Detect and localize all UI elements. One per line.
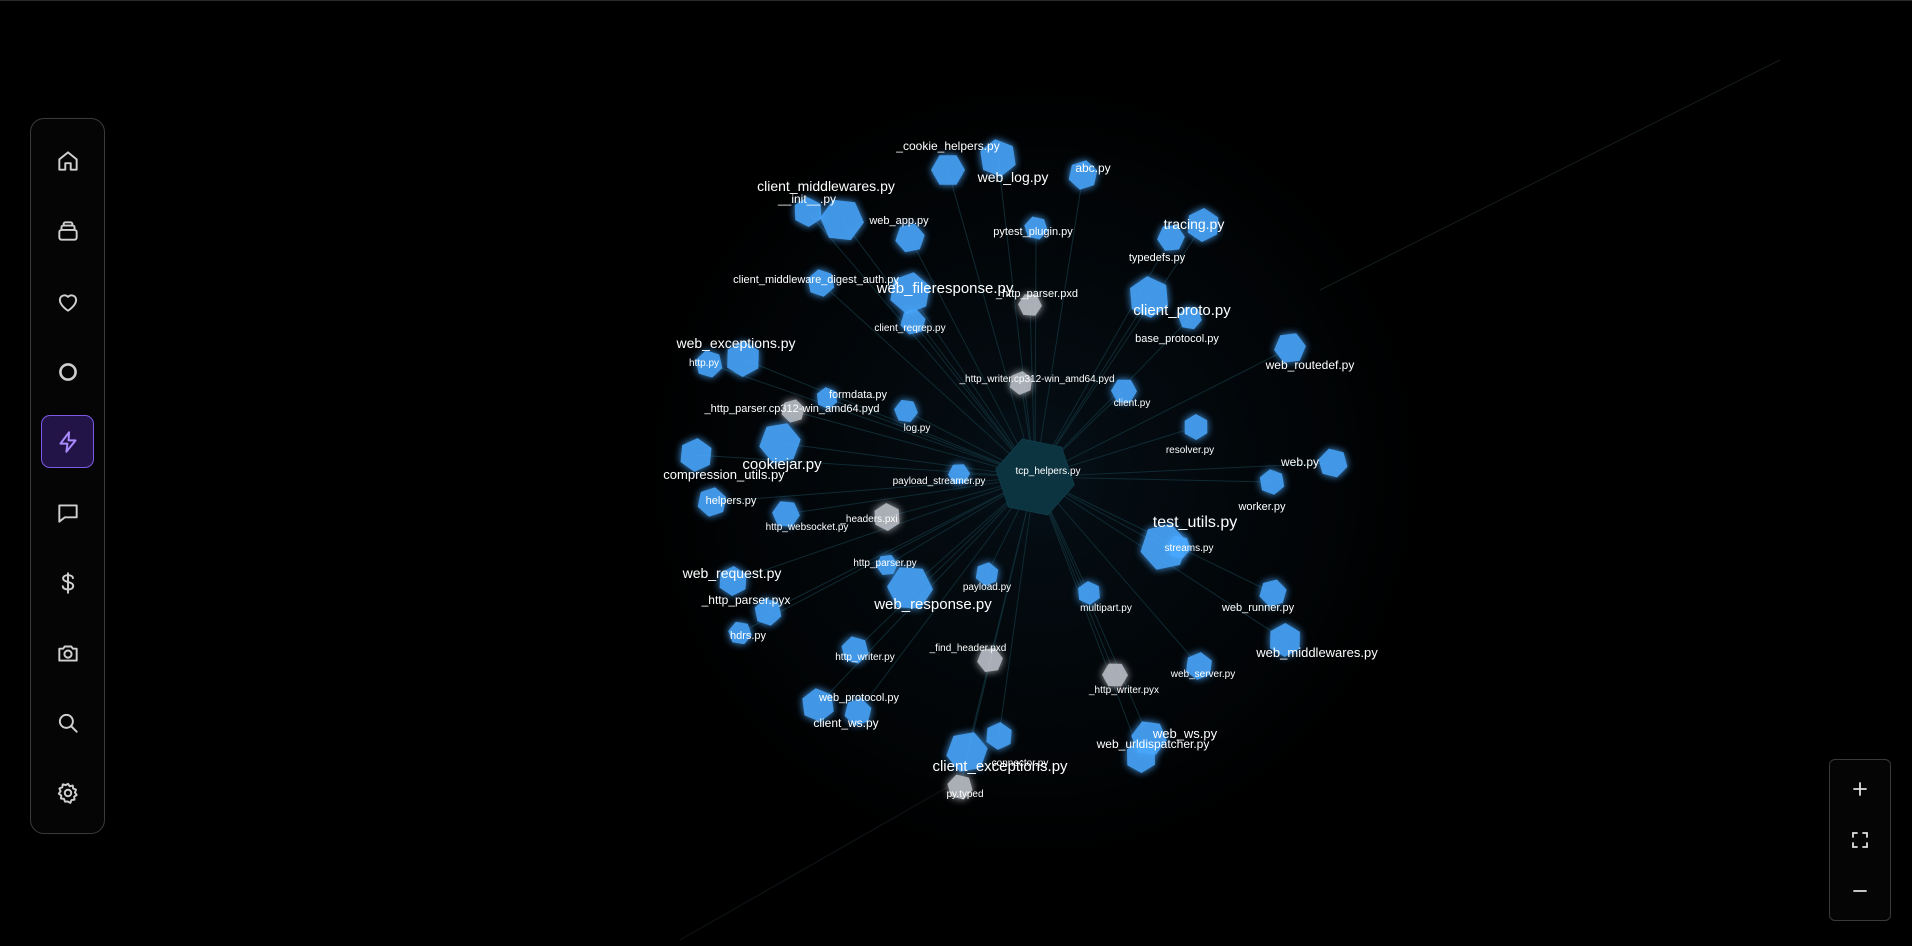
node-label: tracing.py: [1164, 216, 1225, 232]
node-label: _http_parser.pxd: [995, 288, 1078, 300]
node-label: __init__.py: [777, 192, 836, 206]
node-label: base_protocol.py: [1135, 333, 1219, 345]
node-label: web.py: [1280, 455, 1319, 469]
node-label: compression_utils.py: [663, 467, 785, 482]
node-label: web_response.py: [873, 596, 992, 613]
node-label: multipart.py: [1080, 603, 1132, 614]
chat-icon: [57, 503, 78, 523]
node-label: web_middlewares.py: [1255, 645, 1378, 660]
nav-camera[interactable]: [41, 626, 94, 679]
nav-stack[interactable]: [41, 204, 94, 257]
plus-icon: [1853, 782, 1867, 796]
node-label: web_server.py: [1170, 669, 1235, 680]
node-label: pytest_plugin.py: [993, 226, 1073, 238]
nav-search[interactable]: [41, 696, 94, 749]
node-label: web_request.py: [682, 565, 782, 581]
zoom-controls: [1829, 759, 1891, 921]
node-label: web_log.py: [977, 169, 1049, 185]
minus-icon: [1853, 890, 1867, 892]
node-label: http.py: [689, 358, 719, 369]
node-label: payload_streamer.py: [893, 476, 986, 487]
node-label: _http_writer.pyx: [1088, 685, 1159, 696]
node-label: _cookie_helpers.py: [895, 139, 999, 153]
node-label: client_ws.py: [813, 716, 878, 730]
nav-settings[interactable]: [41, 766, 94, 819]
nav-activity[interactable]: [41, 415, 94, 468]
node-label: _http_parser.pyx: [701, 593, 791, 607]
node-label: payload.py: [963, 582, 1011, 593]
node-label: client.py: [1114, 398, 1151, 409]
node-label: test_utils.py: [1153, 514, 1237, 531]
node-label: streams.py: [1165, 543, 1214, 554]
zoom-in-button[interactable]: [1830, 764, 1890, 814]
node-label: py.typed: [946, 789, 983, 800]
node-label: log.py: [904, 423, 931, 434]
node-label: http_writer.py: [835, 652, 894, 663]
node-label: _http_writer.cp312-win_amd64.pyd: [958, 374, 1114, 385]
dependency-graph-canvas[interactable]: _cookie_helpers.py web_log.py abc.py client…: [0, 0, 1912, 946]
node-label: _find_header.pxd: [929, 643, 1007, 654]
heart-icon: [58, 293, 77, 312]
node-label: client_middleware_digest_auth.py: [733, 274, 899, 286]
node-label: resolver.py: [1166, 445, 1214, 456]
zoom-out-button[interactable]: [1830, 866, 1890, 916]
node-label: connector.py: [992, 758, 1049, 769]
node-label: client_reqrep.py: [874, 323, 945, 334]
node-label: helpers.py: [706, 495, 757, 507]
node-label: web_runner.py: [1221, 602, 1295, 614]
node-label: typedefs.py: [1129, 252, 1186, 264]
node-label: formdata.py: [829, 389, 888, 401]
node-label: web_fileresponse.py: [876, 280, 1014, 297]
node-label: web_exceptions.py: [675, 335, 795, 351]
node-label: http_parser.py: [853, 558, 916, 569]
node-label: web_routedef.py: [1265, 358, 1355, 372]
node-label: client_proto.py: [1133, 302, 1231, 319]
dollar-icon: [61, 571, 74, 594]
lightning-icon: [58, 430, 77, 453]
gear-icon: [57, 782, 78, 804]
node-label: web_urldispatcher.py: [1096, 737, 1210, 751]
home-icon: [57, 150, 78, 171]
node-label: web_protocol.py: [818, 692, 900, 704]
search-icon: [58, 713, 78, 733]
nav-favorites[interactable]: [41, 275, 94, 328]
node-label: hdrs.py: [730, 630, 767, 642]
stack-icon: [57, 220, 78, 241]
node-label: worker.py: [1237, 501, 1286, 513]
circle-icon: [58, 362, 77, 381]
node-label: http_websocket.py: [766, 522, 849, 533]
fit-screen-button[interactable]: [1830, 815, 1890, 865]
center-node-label: tcp_helpers.py: [1015, 466, 1080, 477]
camera-icon: [57, 645, 78, 662]
fit-screen-icon: [1852, 832, 1868, 848]
nav-home[interactable]: [41, 134, 94, 187]
node-label: web_app.py: [868, 215, 929, 227]
node-label: _http_parser.cp312-win_amd64.pyd: [704, 403, 880, 415]
sidebar-nav: [30, 118, 105, 834]
nav-chat[interactable]: [41, 486, 94, 539]
nav-circle[interactable]: [41, 345, 94, 398]
node-label: _headers.pxi: [839, 514, 897, 525]
node-label: abc.py: [1075, 161, 1110, 175]
edge-line: [1319, 59, 1781, 291]
nav-billing[interactable]: [41, 556, 94, 609]
